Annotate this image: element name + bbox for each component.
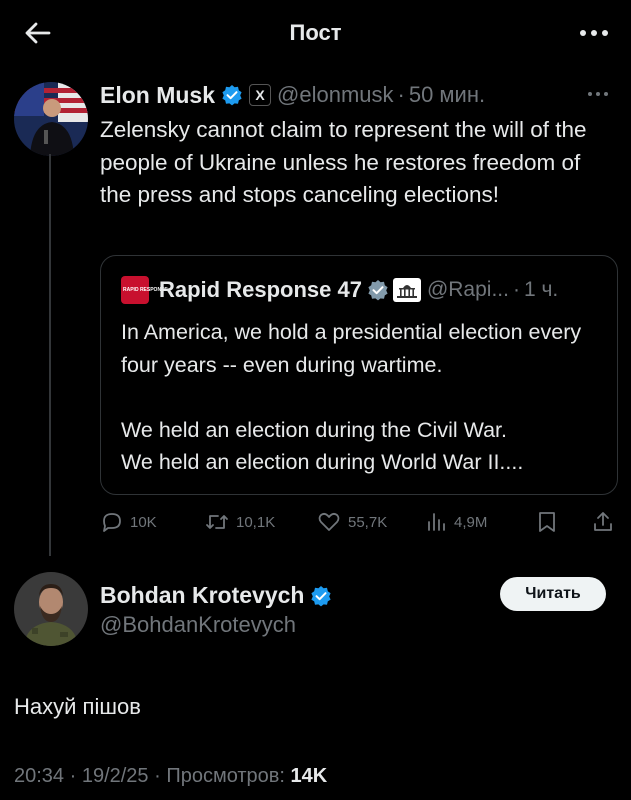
views-icon bbox=[428, 513, 445, 531]
government-badge-icon bbox=[392, 278, 421, 302]
follow-button[interactable]: Читать bbox=[500, 577, 606, 611]
reply-button[interactable]: 10K bbox=[100, 506, 157, 538]
quoted-author-handle: @Rapi... bbox=[426, 278, 509, 301]
separator: · bbox=[397, 82, 405, 107]
reply-author-name[interactable]: Bohdan Krotevych bbox=[100, 582, 304, 609]
thread-line bbox=[49, 154, 51, 556]
quoted-tweet-header: RAPID RESPONSE Rapid Response 47 @Rapi..… bbox=[121, 276, 558, 304]
share-icon bbox=[594, 512, 612, 531]
top-bar: Пост bbox=[0, 0, 631, 66]
share-button[interactable] bbox=[592, 506, 620, 538]
views-count: 4,9M bbox=[454, 513, 488, 531]
bookmark-icon bbox=[539, 512, 555, 532]
repost-icon bbox=[206, 515, 228, 529]
views-total[interactable]: 14K bbox=[291, 765, 328, 787]
tweet-header: Elon Musk X @elonmusk · 50 мин. bbox=[100, 80, 485, 110]
tweet-actions: 10K 10,1K 55,7K 4,9M bbox=[100, 506, 618, 538]
page-title: Пост bbox=[289, 20, 342, 45]
quoted-tweet-time: 1 ч. bbox=[523, 278, 559, 301]
more-icon[interactable] bbox=[577, 18, 611, 48]
author-handle[interactable]: @elonmusk bbox=[277, 82, 394, 108]
reply-icon bbox=[103, 513, 121, 532]
verified-icon bbox=[222, 85, 242, 106]
tweet-meta: 20:34 · 19/2/25 · Просмотров: 14K bbox=[14, 765, 327, 788]
repost-button[interactable]: 10,1K bbox=[204, 506, 275, 538]
separator: · bbox=[512, 278, 520, 301]
views-button[interactable]: 4,9M bbox=[426, 506, 487, 538]
avatar-image bbox=[14, 572, 88, 646]
x-logo-icon[interactable]: X bbox=[249, 84, 272, 106]
tweet-more-icon[interactable] bbox=[583, 84, 613, 104]
quoted-avatar-text: RAPID RESPONSE bbox=[123, 287, 168, 293]
reply-text: Нахуй пішов bbox=[14, 694, 141, 719]
avatar-image bbox=[14, 82, 88, 156]
reply-count: 10K bbox=[130, 513, 157, 531]
reply-author-handle[interactable]: @BohdanKrotevych bbox=[100, 612, 296, 638]
verified-icon bbox=[368, 280, 388, 301]
timestamp[interactable]: 20:34 · 19/2/25 · Просмотров: bbox=[14, 765, 291, 787]
tweet-text: Zelensky cannot claim to represent the w… bbox=[100, 117, 593, 207]
author-name[interactable]: Elon Musk bbox=[100, 82, 215, 109]
like-count: 55,7K bbox=[348, 513, 388, 531]
quoted-tweet-text: In America, we hold a presidential elect… bbox=[121, 320, 582, 474]
like-button[interactable]: 55,7K bbox=[316, 506, 387, 538]
quoted-author-name: Rapid Response 47 bbox=[159, 277, 362, 302]
like-icon bbox=[318, 512, 340, 531]
reply-author: Bohdan Krotevych bbox=[100, 582, 332, 609]
verified-icon bbox=[311, 585, 332, 606]
reply-author-avatar[interactable] bbox=[14, 572, 88, 646]
author-avatar[interactable] bbox=[14, 82, 88, 156]
repost-count: 10,1K bbox=[236, 513, 276, 531]
quoted-tweet[interactable]: RAPID RESPONSE Rapid Response 47 @Rapi..… bbox=[100, 255, 618, 495]
tweet-time[interactable]: 50 мин. bbox=[409, 82, 485, 108]
quoted-author-avatar: RAPID RESPONSE bbox=[121, 276, 168, 304]
bookmark-button[interactable] bbox=[536, 506, 564, 538]
